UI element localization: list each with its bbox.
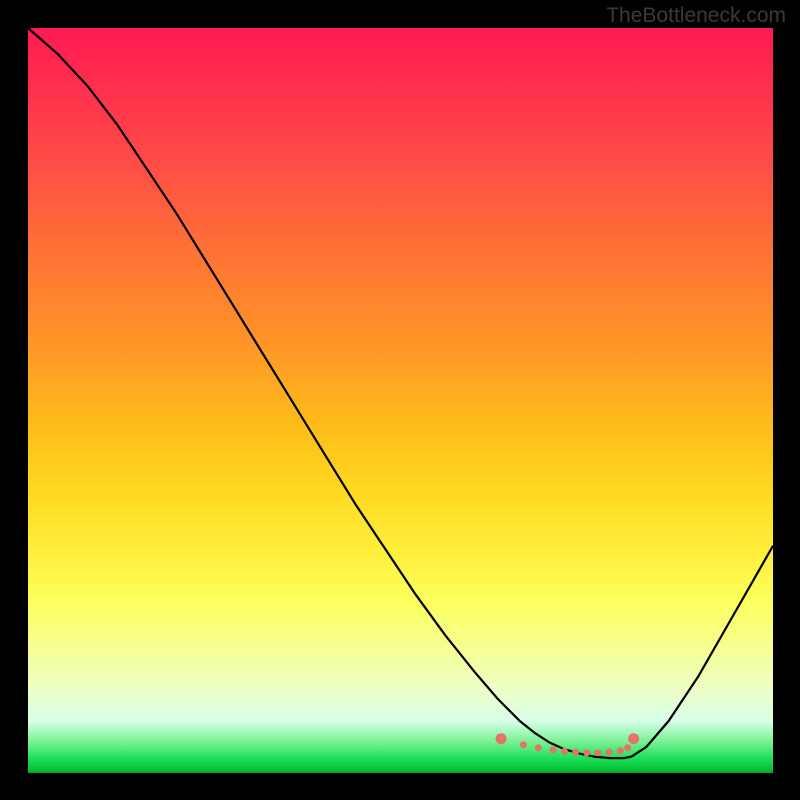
curve-dots xyxy=(496,733,640,756)
curve-dot xyxy=(561,748,568,755)
bottleneck-curve xyxy=(28,28,773,758)
curve-dot xyxy=(535,744,542,751)
chart-svg xyxy=(28,28,773,773)
curve-dot xyxy=(520,741,527,748)
curve-dot xyxy=(550,746,557,753)
curve-dot xyxy=(606,749,613,756)
watermark-text: TheBottleneck.com xyxy=(606,4,786,28)
curve-dot xyxy=(617,747,624,754)
curve-dot xyxy=(624,744,631,751)
curve-dot xyxy=(594,749,601,756)
curve-dot xyxy=(583,749,590,756)
curve-dot xyxy=(496,733,507,744)
chart-plot-area xyxy=(28,28,773,773)
curve-dot xyxy=(628,733,639,744)
curve-dot xyxy=(572,749,579,756)
